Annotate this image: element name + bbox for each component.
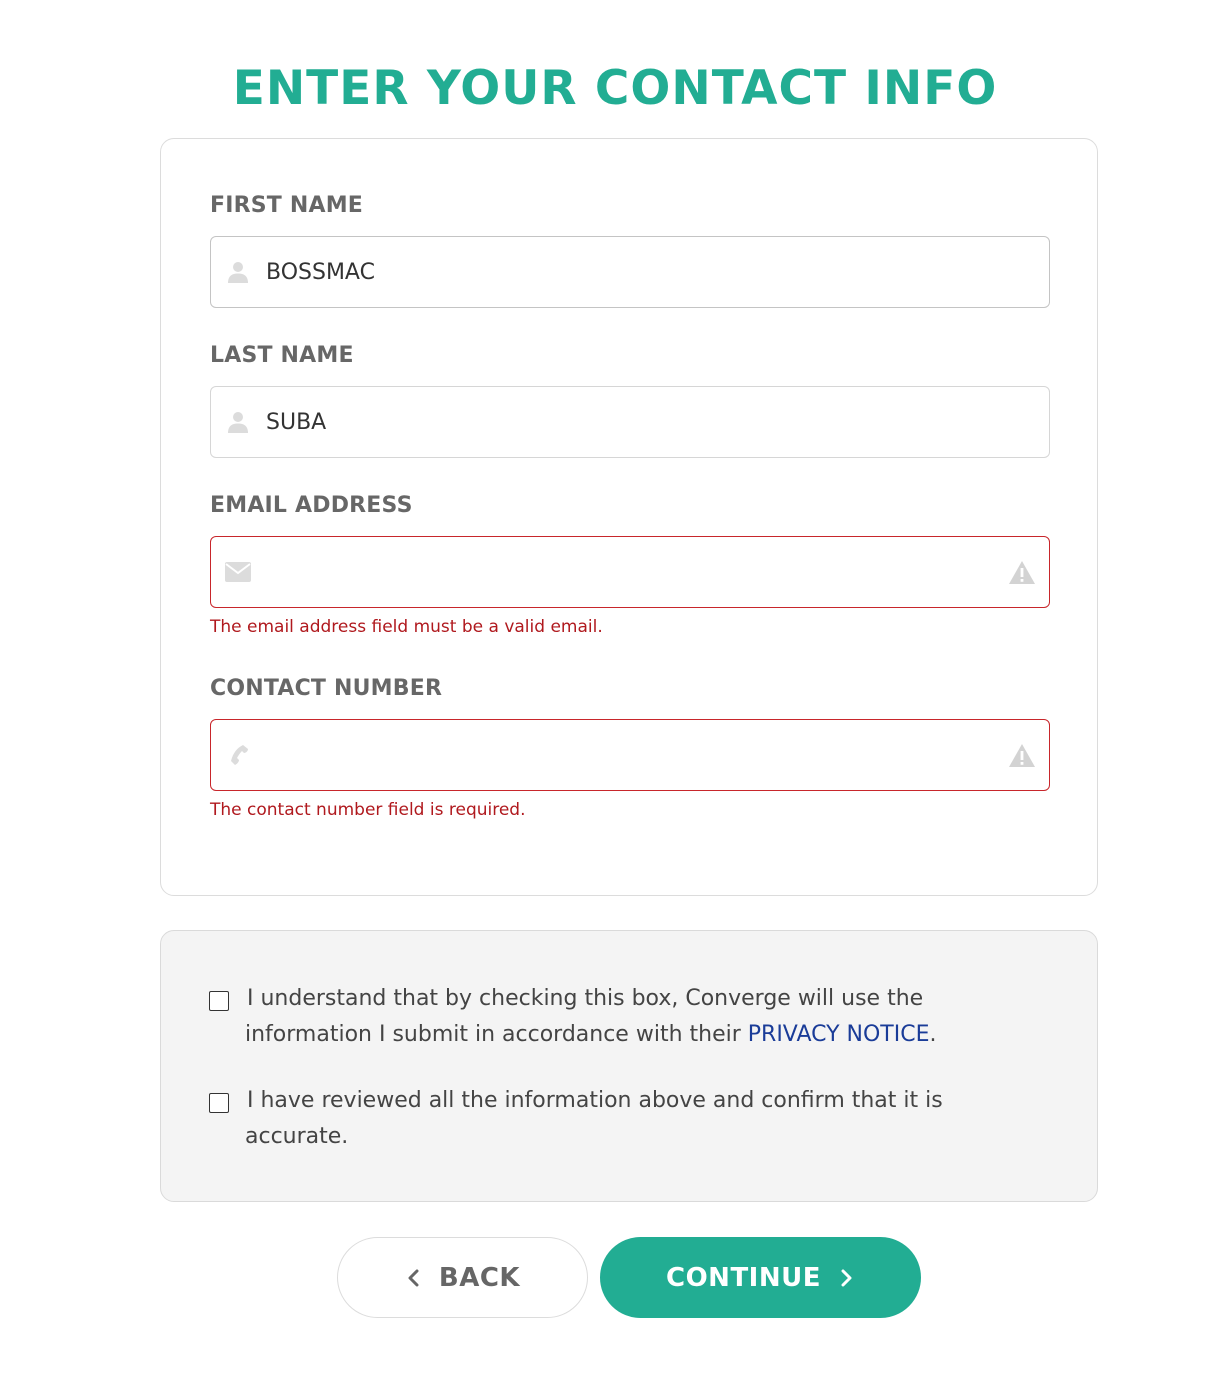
envelope-icon bbox=[225, 559, 251, 585]
phone-icon bbox=[225, 742, 251, 768]
accuracy-consent-text: I have reviewed all the information abov… bbox=[245, 1088, 943, 1149]
email-input[interactable] bbox=[266, 537, 1007, 607]
privacy-consent-row: I understand that by checking this box, … bbox=[209, 981, 969, 1053]
chevron-left-icon bbox=[405, 1268, 421, 1288]
first-name-field[interactable] bbox=[210, 236, 1050, 308]
warning-icon bbox=[1007, 741, 1037, 769]
privacy-consent-suffix: . bbox=[929, 1022, 937, 1047]
contact-number-label: CONTACT NUMBER bbox=[210, 676, 443, 701]
consent-card: I understand that by checking this box, … bbox=[160, 930, 1098, 1202]
last-name-input[interactable] bbox=[266, 387, 1049, 457]
warning-icon bbox=[1007, 558, 1037, 586]
user-icon bbox=[225, 409, 251, 435]
user-icon bbox=[225, 259, 251, 285]
privacy-consent-checkbox[interactable] bbox=[209, 991, 229, 1011]
email-label: EMAIL ADDRESS bbox=[210, 493, 413, 518]
privacy-consent-text: I understand that by checking this box, … bbox=[245, 981, 969, 1053]
contact-number-error-message: The contact number field is required. bbox=[210, 800, 526, 820]
email-field[interactable] bbox=[210, 536, 1050, 608]
back-button-label: BACK bbox=[438, 1262, 521, 1293]
privacy-notice-link[interactable]: PRIVACY NOTICE bbox=[748, 1022, 930, 1047]
first-name-input[interactable] bbox=[266, 237, 1049, 307]
last-name-field[interactable] bbox=[210, 386, 1050, 458]
back-button[interactable]: BACK bbox=[337, 1237, 588, 1318]
continue-button[interactable]: CONTINUE bbox=[600, 1237, 921, 1318]
accuracy-consent-row: I have reviewed all the information abov… bbox=[209, 1083, 969, 1155]
chevron-right-icon bbox=[839, 1268, 855, 1288]
email-error-message: The email address field must be a valid … bbox=[210, 617, 603, 637]
page-title: ENTER YOUR CONTACT INFO bbox=[232, 61, 998, 116]
contact-number-field[interactable] bbox=[210, 719, 1050, 791]
last-name-label: LAST NAME bbox=[210, 343, 354, 368]
contact-number-input[interactable] bbox=[266, 720, 1007, 790]
first-name-label: FIRST NAME bbox=[210, 193, 364, 218]
continue-button-label: CONTINUE bbox=[666, 1262, 821, 1293]
accuracy-consent-checkbox[interactable] bbox=[209, 1093, 229, 1113]
contact-form-card: FIRST NAME LAST NAME EMAIL ADDRESS The e… bbox=[160, 138, 1098, 896]
